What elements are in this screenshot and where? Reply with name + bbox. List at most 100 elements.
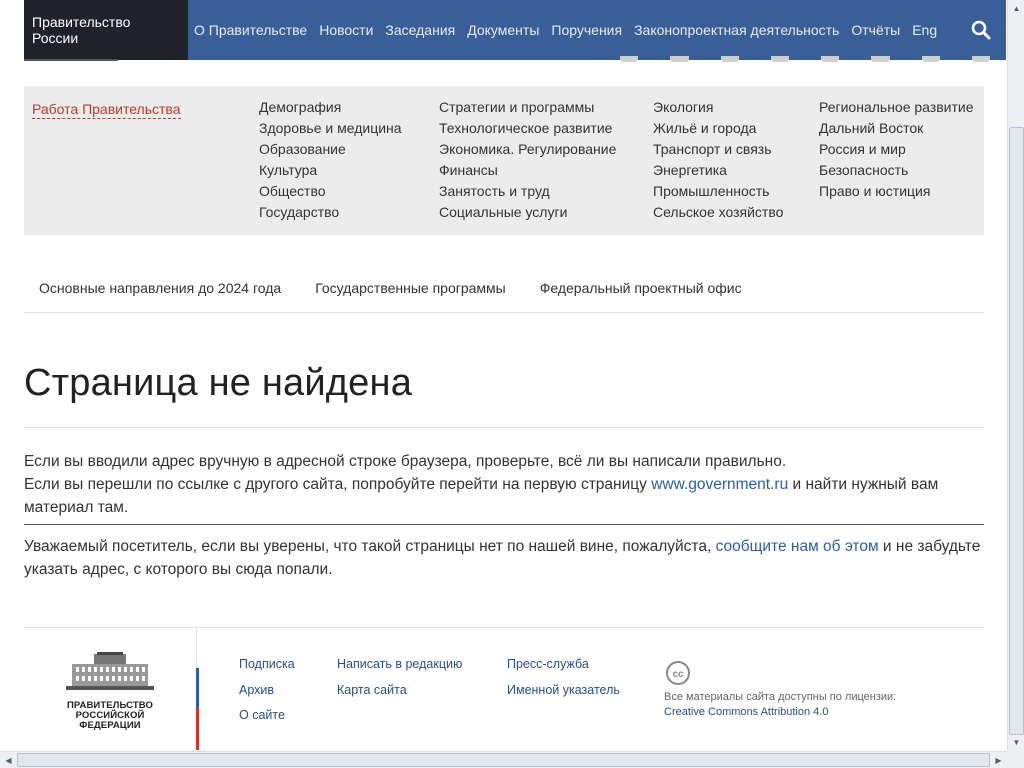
subnav-directions-2024[interactable]: Основные направления до 2024 года [24,264,296,312]
page-title: Страница не найдена [24,362,413,404]
category-link[interactable]: Промышленность [653,181,783,202]
social-icon[interactable] [770,56,789,62]
category-link[interactable]: Технологическое развитие [439,118,616,139]
social-icon[interactable] [971,56,990,62]
category-link[interactable]: Дальний Восток [819,118,974,139]
footer-link-write-editors[interactable]: Написать в редакцию [337,652,462,678]
category-link[interactable]: Социальные услуги [439,202,616,223]
scroll-right-button[interactable]: ▶ [990,752,1007,768]
footer-divider [24,627,984,628]
social-icon[interactable] [720,56,739,62]
error-explanation: Если вы вводили адрес вручную в адресной… [24,450,984,519]
license-notice: Все материалы сайта доступны по лицензии… [664,690,896,720]
nav-item-legislation[interactable]: Законопроектная деятельность [628,0,845,60]
footer-column-1: Подписка Архив О сайте [239,652,295,729]
category-link[interactable]: Демография [259,97,402,118]
category-link[interactable]: Государство [259,202,402,223]
flag-blue-stripe [196,668,199,708]
homepage-link[interactable]: www.government.ru [651,476,788,493]
subnav-project-office[interactable]: Федеральный проектный офис [525,264,757,312]
search-button[interactable] [956,0,1006,60]
divider-dark [24,524,984,525]
scrollbar-corner [1007,751,1024,768]
vertical-scroll-thumb[interactable] [1009,127,1024,735]
logo-caption: ПРАВИТЕЛЬСТВО РОССИЙСКОЙ ФЕДЕРАЦИИ [66,700,154,731]
category-link[interactable]: Культура [259,160,402,181]
scroll-left-button[interactable]: ◀ [0,752,17,768]
social-icon[interactable] [871,56,890,62]
social-icon[interactable] [670,56,689,62]
category-link[interactable]: Сельское хозяйство [653,202,783,223]
category-panel: Работа Правительства Демография Здоровье… [24,86,984,235]
scroll-down-button[interactable]: ▼ [1008,734,1024,751]
arrow-up-icon: ▲ [1012,4,1021,13]
category-link[interactable]: Транспорт и связь [653,139,783,160]
footer-link-archive[interactable]: Архив [239,678,295,704]
government-building-icon [66,652,154,690]
license-link[interactable]: Creative Commons Attribution 4.0 [664,705,896,720]
category-link[interactable]: Здоровье и медицина [259,118,402,139]
scroll-up-button[interactable]: ▲ [1008,0,1024,17]
footer-link-sitemap[interactable]: Карта сайта [337,678,462,704]
category-link[interactable]: Финансы [439,160,616,181]
explanation-line-1: Если вы вводили адрес вручную в адресной… [24,453,787,470]
category-column-1: Демография Здоровье и медицина Образован… [259,97,402,223]
license-text: Все материалы сайта доступны по лицензии… [664,691,897,703]
footer-link-about[interactable]: О сайте [239,703,295,729]
svg-text:cc: cc [672,669,684,680]
social-links-strip [620,56,990,64]
category-link[interactable]: Жильё и города [653,118,783,139]
arrow-down-icon: ▼ [1012,738,1021,747]
category-link[interactable]: Безопасность [819,160,974,181]
divider [24,427,984,428]
arrow-left-icon: ◀ [5,756,12,765]
site-logo-edge [24,59,118,61]
category-link[interactable]: Экономика. Регулирование [439,139,616,160]
footer-column-2: Написать в редакцию Карта сайта [337,652,462,703]
explanation-line-2-start: Если вы перешли по ссылке с другого сайт… [24,476,652,493]
subnav-state-programs[interactable]: Государственные программы [300,264,521,312]
category-link[interactable]: Занятость и труд [439,181,616,202]
category-column-2: Стратегии и программы Технологическое ра… [439,97,616,223]
report-link[interactable]: сообщите нам об этом [716,538,879,555]
horizontal-scrollbar[interactable]: ◀ ▶ [0,751,1007,768]
category-link[interactable]: Право и юстиция [819,181,974,202]
nav-item-news[interactable]: Новости [313,0,379,60]
nav-brand[interactable]: Правительство России [24,0,188,60]
category-column-3: Экология Жильё и города Транспорт и связ… [653,97,783,223]
nav-item-english[interactable]: Eng [906,0,943,60]
flag-red-stripe [196,708,199,750]
social-icon[interactable] [821,56,840,62]
vertical-scrollbar[interactable]: ▲ ▼ [1007,0,1024,751]
footer-link-press[interactable]: Пресс-служба [507,652,620,678]
report-notice: Уважаемый посетитель, если вы уверены, ч… [24,535,984,581]
russian-flag-stripe [196,668,199,750]
nav-item-about[interactable]: О Правительстве [188,0,313,60]
footer-column-3: Пресс-служба Именной указатель [507,652,620,703]
category-link[interactable]: Экология [653,97,783,118]
social-icon[interactable] [921,56,940,62]
category-link[interactable]: Энергетика [653,160,783,181]
nav-item-documents[interactable]: Документы [461,0,545,60]
sub-navigation: Основные направления до 2024 года Госуда… [24,264,984,313]
category-link[interactable]: Россия и мир [819,139,974,160]
footer-logo[interactable]: ПРАВИТЕЛЬСТВО РОССИЙСКОЙ ФЕДЕРАЦИИ [62,652,158,731]
top-navigation: Правительство России О Правительстве Нов… [24,0,1006,60]
nav-item-reports[interactable]: Отчёты [845,0,906,60]
nav-item-instructions[interactable]: Поручения [545,0,628,60]
government-work-link[interactable]: Работа Правительства [32,100,181,119]
search-icon [971,20,991,40]
horizontal-scroll-thumb[interactable] [17,753,990,767]
category-link[interactable]: Образование [259,139,402,160]
category-column-4: Региональное развитие Дальний Восток Рос… [819,97,974,202]
category-link[interactable]: Региональное развитие [819,97,974,118]
footer-link-subscribe[interactable]: Подписка [239,652,295,678]
category-link[interactable]: Стратегии и программы [439,97,616,118]
social-icon[interactable] [620,56,639,62]
arrow-right-icon: ▶ [995,756,1002,765]
nav-item-meetings[interactable]: Заседания [379,0,461,60]
report-text-start: Уважаемый посетитель, если вы уверены, ч… [24,538,716,555]
creative-commons-icon[interactable]: cc [665,660,691,691]
footer-link-name-index[interactable]: Именной указатель [507,678,620,704]
category-link[interactable]: Общество [259,181,402,202]
